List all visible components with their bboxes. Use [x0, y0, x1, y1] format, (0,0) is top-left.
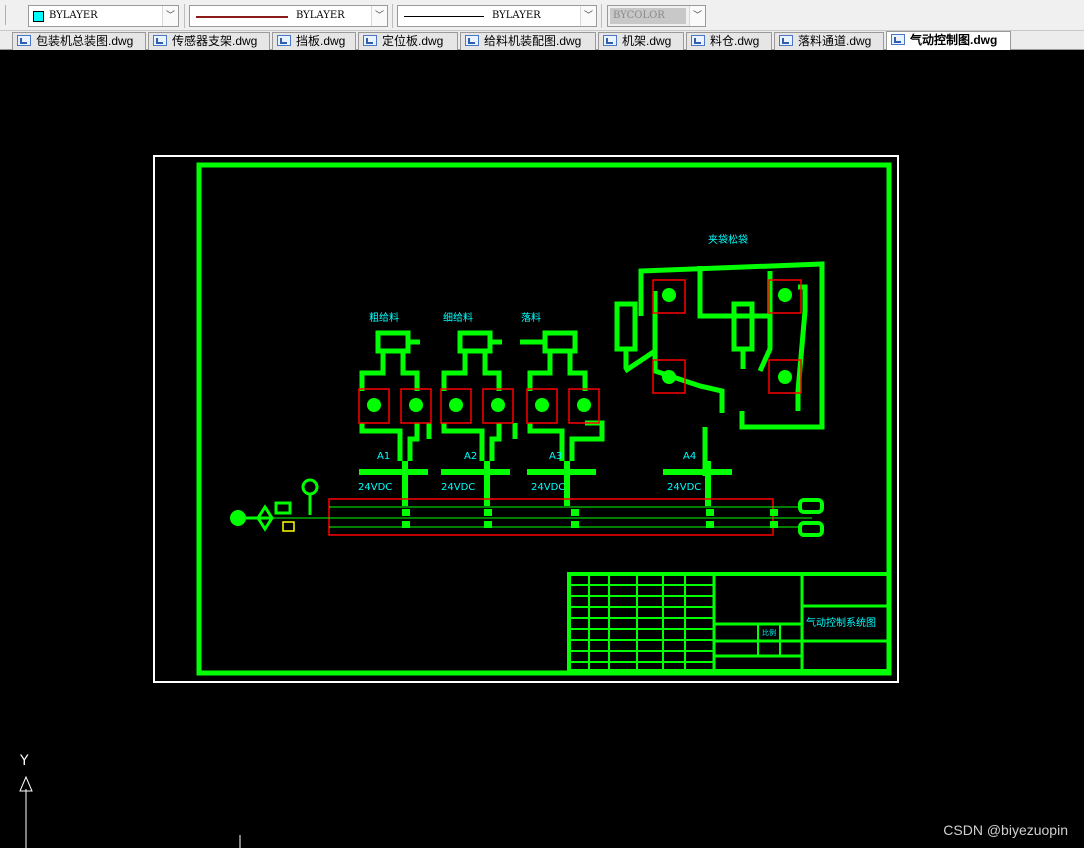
dwg-file-icon: [153, 35, 167, 46]
tab-label: 挡板.dwg: [296, 34, 346, 48]
tab-label: 包装机总装图.dwg: [36, 34, 134, 48]
chevron-down-icon[interactable]: ﹀: [580, 6, 596, 26]
toolbar-divider: [184, 4, 185, 28]
dwg-file-icon: [17, 35, 31, 46]
tab-file-4[interactable]: 定位板.dwg: [358, 32, 458, 50]
label-group1: 粗给料: [369, 311, 399, 324]
dwg-file-icon: [465, 35, 479, 46]
scale-label: 比例: [762, 628, 776, 637]
chevron-down-icon[interactable]: ﹀: [371, 6, 387, 26]
properties-toolbar: BYLAYER ﹀ BYLAYER ﹀ BYLAYER ﹀ BYCOLOR ﹀: [0, 0, 1084, 31]
air-supply: [230, 478, 319, 532]
tab-label: 给料机装配图.dwg: [484, 34, 582, 48]
chevron-down-icon: ﹀: [689, 6, 705, 26]
dwg-file-icon: [277, 35, 291, 46]
color-swatch-icon: [33, 11, 44, 22]
layer-value: BYLAYER: [49, 10, 98, 21]
drawing-svg: 夹袋松袋 粗给料 细给料 落料 A1 A2 A3 A4 24VDC 24VDC …: [19, 155, 899, 848]
lineweight-value: BYLAYER: [492, 10, 541, 21]
feed-valves-highlight: [358, 388, 600, 424]
tab-label: 定位板.dwg: [382, 34, 444, 48]
dwg-file-icon: [603, 35, 617, 46]
dwg-file-icon: [363, 35, 377, 46]
label-voltage-a1: 24VDC: [358, 482, 392, 493]
dwg-file-icon: [691, 35, 705, 46]
lineweight-preview: [404, 16, 484, 17]
label-clamp-group: 夹袋松袋: [708, 233, 748, 246]
tab-file-5[interactable]: 给料机装配图.dwg: [460, 32, 596, 50]
tab-file-6[interactable]: 机架.dwg: [598, 32, 684, 50]
toolbar-grip[interactable]: [0, 5, 6, 25]
dwg-file-icon: [779, 35, 793, 46]
drawing-canvas[interactable]: 夹袋松袋 粗给料 细给料 落料 A1 A2 A3 A4 24VDC 24VDC …: [0, 51, 1084, 848]
tab-file-2[interactable]: 传感器支架.dwg: [148, 32, 270, 50]
tab-label: 机架.dwg: [622, 34, 672, 48]
tab-file-1[interactable]: 包装机总装图.dwg: [12, 32, 146, 50]
dwg-file-icon: [891, 34, 905, 45]
ucs-icon: [19, 775, 241, 848]
tab-file-3[interactable]: 挡板.dwg: [272, 32, 356, 50]
linetype-preview: [196, 16, 288, 18]
tab-file-7[interactable]: 料仓.dwg: [686, 32, 772, 50]
tab-label: 气动控制图.dwg: [910, 33, 998, 47]
paper-frame: [153, 155, 899, 683]
label-valve-a1: A1: [377, 451, 390, 462]
toolbar-divider: [601, 4, 602, 28]
drawing-border: [196, 162, 892, 676]
label-voltage-a2: 24VDC: [441, 482, 475, 493]
tab-file-9-active[interactable]: 气动控制图.dwg: [886, 31, 1011, 50]
linetype-value: BYLAYER: [296, 10, 345, 21]
drawing-title: 气动控制系统图: [806, 616, 876, 629]
tab-file-8[interactable]: 落料通道.dwg: [774, 32, 884, 50]
watermark-text: CSDN @biyezuopin: [943, 822, 1068, 838]
tab-label: 料仓.dwg: [710, 34, 760, 48]
label-group2: 细给料: [443, 311, 473, 324]
plotstyle-value: BYCOLOR: [613, 10, 665, 21]
file-tab-bar: 包装机总装图.dwg 传感器支架.dwg 挡板.dwg 定位板.dwg 给料机装…: [0, 31, 1084, 50]
feed-circuits: [359, 330, 605, 461]
layer-color-dropdown[interactable]: BYLAYER ﹀: [28, 5, 179, 27]
tab-label: 传感器支架.dwg: [172, 34, 258, 48]
label-voltage-a4: 24VDC: [667, 482, 701, 493]
ucs-y-label: Y: [19, 753, 29, 769]
linetype-dropdown[interactable]: BYLAYER ﹀: [189, 5, 388, 27]
label-voltage-a3: 24VDC: [531, 482, 565, 493]
label-valve-a3: A3: [549, 451, 562, 462]
label-valve-a4: A4: [683, 451, 696, 462]
label-valve-a2: A2: [464, 451, 477, 462]
lineweight-dropdown[interactable]: BYLAYER ﹀: [397, 5, 597, 27]
toolbar-divider: [392, 4, 393, 28]
plotstyle-dropdown: BYCOLOR ﹀: [607, 5, 706, 27]
manifold: [270, 498, 824, 537]
chevron-down-icon[interactable]: ﹀: [162, 6, 178, 26]
tab-label: 落料通道.dwg: [798, 34, 872, 48]
label-group3: 落料: [521, 311, 541, 324]
